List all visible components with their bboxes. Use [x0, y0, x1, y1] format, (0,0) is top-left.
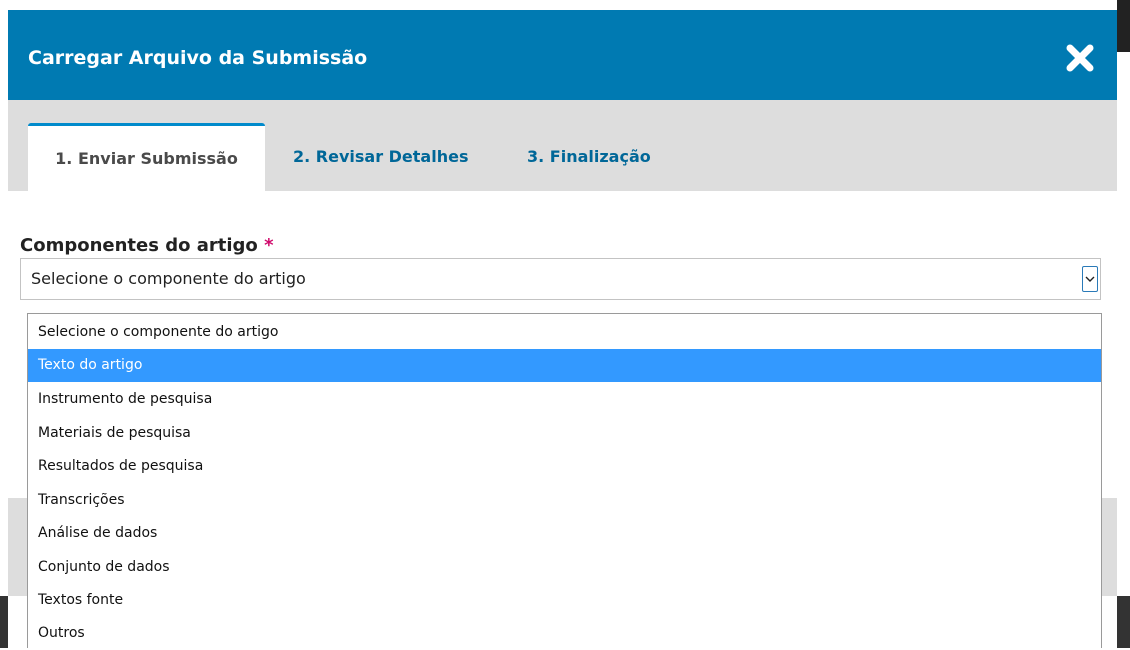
close-button[interactable]: [1065, 43, 1095, 73]
dropdown-toggle[interactable]: [1082, 266, 1098, 292]
option-textos-fonte[interactable]: Textos fonte: [28, 584, 1101, 617]
tab-enviar-submissao[interactable]: 1. Enviar Submissão: [28, 123, 265, 191]
article-component-label: Componentes do artigo *: [20, 234, 273, 258]
tab-finalizacao[interactable]: 3. Finalização: [527, 123, 651, 191]
option-conjunto-de-dados[interactable]: Conjunto de dados: [28, 551, 1101, 584]
option-resultados-de-pesquisa[interactable]: Resultados de pesquisa: [28, 450, 1101, 483]
close-icon: [1066, 44, 1094, 72]
article-component-options: Selecione o componente do artigo Texto d…: [27, 313, 1102, 648]
background-overlay: [1117, 0, 1130, 52]
background-overlay: [0, 596, 8, 648]
select-current-value: Selecione o componente do artigo: [31, 269, 306, 288]
option-transcricoes[interactable]: Transcrições: [28, 484, 1101, 517]
dialog-header: Carregar Arquivo da Submissão: [8, 10, 1117, 100]
option-analise-de-dados[interactable]: Análise de dados: [28, 517, 1101, 550]
background-overlay: [1117, 596, 1130, 648]
chevron-down-icon: [1085, 276, 1095, 282]
option-texto-do-artigo[interactable]: Texto do artigo: [28, 349, 1101, 382]
required-marker: *: [264, 235, 274, 256]
dialog-title: Carregar Arquivo da Submissão: [28, 47, 368, 69]
article-component-select[interactable]: Selecione o componente do artigo: [20, 258, 1101, 300]
article-component-label-text: Componentes do artigo: [20, 235, 258, 256]
option-selecione[interactable]: Selecione o componente do artigo: [28, 316, 1101, 349]
wizard-tabs: 1. Enviar Submissão 2. Revisar Detalhes …: [8, 100, 1117, 191]
background-edge-left: [0, 0, 8, 648]
option-instrumento-de-pesquisa[interactable]: Instrumento de pesquisa: [28, 383, 1101, 416]
tab-revisar-detalhes[interactable]: 2. Revisar Detalhes: [293, 123, 468, 191]
background-edge-right: [1117, 0, 1130, 648]
option-outros[interactable]: Outros: [28, 617, 1101, 650]
option-materiais-de-pesquisa[interactable]: Materiais de pesquisa: [28, 417, 1101, 450]
